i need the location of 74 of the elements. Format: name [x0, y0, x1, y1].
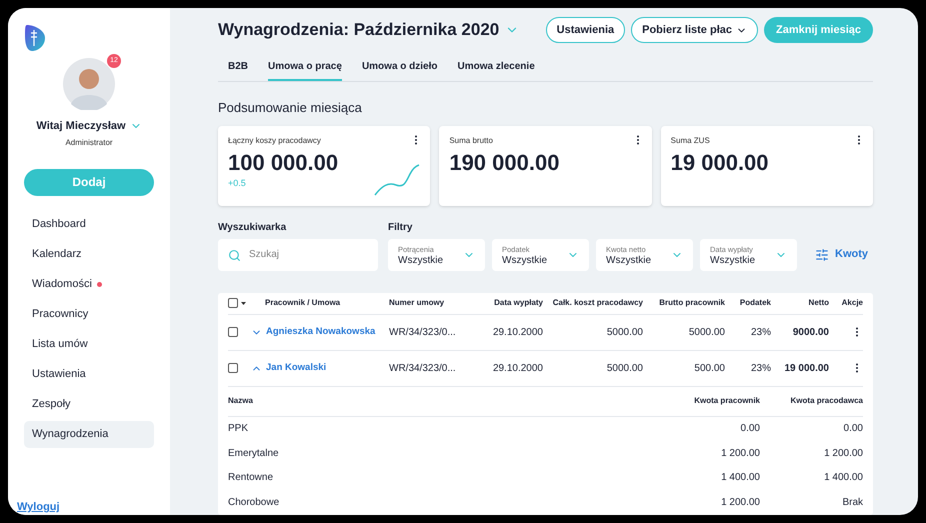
table-cell-text: WR/34/323/0... — [389, 326, 457, 340]
filters-label: Filtry — [388, 220, 414, 234]
column-header: Netto — [808, 297, 829, 309]
card-value: 19 000.00 — [670, 148, 770, 176]
nav-item[interactable]: Zespoły — [24, 390, 154, 418]
table-cell-text: Brak — [841, 496, 863, 510]
logout-link[interactable]: Wyloguj — [17, 501, 60, 514]
column-header: Numer umowy — [389, 297, 446, 309]
sliders-icon — [815, 248, 829, 262]
nav-item[interactable]: Ustawienia — [24, 360, 154, 388]
table-cell-text: 0.00 — [842, 422, 863, 436]
card-value: 100 000.00 — [228, 148, 340, 176]
row-checkbox[interactable] — [228, 327, 238, 337]
table-cell-text: 5000.00 — [688, 326, 725, 340]
table-cell-text: 0.00 — [740, 422, 760, 436]
table-cell-text: 9000.00 — [792, 326, 829, 340]
select-all-checkbox[interactable] — [228, 298, 238, 308]
nav-item[interactable]: Wynagrodzenia — [24, 420, 154, 448]
search-label: Wyszukiwarka — [218, 220, 288, 234]
card-label: Suma ZUS — [670, 134, 710, 146]
tab[interactable]: Umowa zlecenie — [458, 59, 535, 81]
table-cell-text: 23% — [750, 362, 771, 376]
column-header: Akcje — [840, 297, 863, 309]
column-header: Data wypłaty — [493, 297, 543, 309]
table-cell-text: 500.00 — [693, 362, 725, 376]
table-cell-text: 19 000.00 — [784, 362, 829, 376]
tab[interactable]: Umowa o pracę — [268, 59, 342, 81]
table-cell-text: 5000.00 — [606, 326, 643, 340]
row-checkbox[interactable] — [228, 363, 238, 373]
card-label: Suma brutto — [449, 134, 493, 146]
search-icon — [228, 248, 241, 262]
table-cell-text: 23% — [750, 326, 771, 340]
amounts-button[interactable]: Kwoty — [815, 238, 868, 270]
download-button[interactable]: Pobierz liste płac — [631, 17, 758, 43]
nav-item[interactable]: Lista umów — [24, 330, 154, 358]
column-header: Całk. koszt pracodawcy — [552, 297, 643, 309]
table-cell-text: 29.10.2000 — [492, 326, 543, 340]
table-cell-text: WR/34/323/0... — [389, 362, 457, 376]
table-cell-text: 1 400.00 — [823, 471, 863, 486]
column-header: Nazwa — [228, 395, 254, 407]
tab[interactable]: Umowa o dzieło — [362, 59, 438, 81]
table-cell-text: 1 200.00 — [720, 496, 760, 510]
card-value: 190 000.00 — [449, 148, 560, 176]
card-delta: +0.5 — [228, 176, 247, 190]
column-header: Brutto pracownik — [658, 297, 725, 309]
table-cell-text: PPK — [228, 422, 250, 436]
nav-item[interactable]: Pracownicy — [24, 300, 154, 328]
employee-link[interactable]: Jan Kowalski — [266, 360, 326, 376]
table-cell-text: 1 400.00 — [720, 471, 760, 486]
logo-icon — [24, 24, 46, 52]
caret-icon[interactable] — [241, 302, 246, 304]
table-cell-text: 5000.00 — [606, 362, 643, 376]
table-cell-text: 1 200.00 — [720, 446, 760, 461]
nav-item[interactable]: Dashboard — [24, 210, 154, 238]
card-label: Łączny koszy pracodawcy — [228, 134, 321, 146]
settings-button[interactable]: Ustawienia — [546, 17, 626, 43]
column-header: Podatek — [738, 297, 771, 309]
user-role: Administrator — [64, 136, 114, 148]
page-title: Wynagrodzenia: Października 2020 — [218, 19, 500, 42]
employee-link[interactable]: Agnieszka Nowakowska — [266, 324, 376, 340]
column-header: Pracownik / Umowa — [265, 297, 342, 309]
table-cell-text: 1 200.00 — [823, 446, 863, 461]
user-name: Witaj Mieczysław — [36, 119, 126, 134]
table-cell-text: Chorobowe — [228, 496, 280, 510]
nav-item[interactable]: Kalendarz — [24, 240, 154, 268]
nav-item[interactable]: Wiadomości — [24, 270, 154, 298]
section-title: Podsumowanie miesiąca — [218, 99, 363, 117]
search-field[interactable]: Szukaj — [218, 238, 378, 270]
table-cell-text: Rentowne — [228, 471, 274, 486]
table-cell-text: Emerytalne — [228, 446, 280, 461]
column-header: Kwota pracodawca — [790, 395, 863, 407]
column-header: Kwota pracownik — [693, 395, 760, 407]
tab[interactable]: B2B — [228, 59, 248, 81]
table-cell-text: 29.10.2000 — [492, 362, 543, 376]
